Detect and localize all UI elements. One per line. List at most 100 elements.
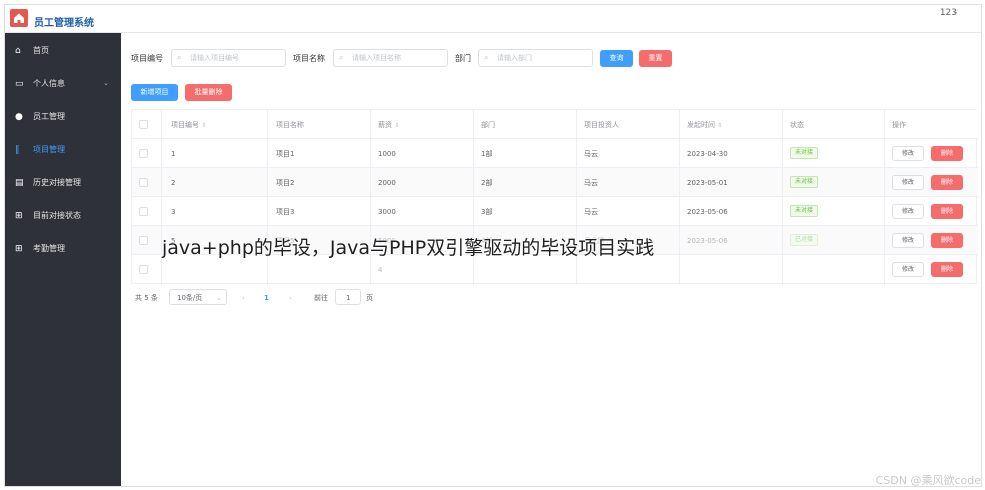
cell-date: 2023-05-01 <box>687 179 728 187</box>
sidebar-item-label: 项目管理 <box>33 145 65 154</box>
row-checkbox[interactable] <box>139 207 148 216</box>
column-divider <box>884 110 885 285</box>
department-field[interactable]: ⌕ <box>478 49 593 67</box>
sidebar-item-label: 员工管理 <box>33 112 65 121</box>
page-size-select[interactable]: 10条/页 ⌄ <box>169 289 227 305</box>
reset-button[interactable]: 重置 <box>639 50 672 67</box>
current-page[interactable]: 1 <box>264 293 269 303</box>
project-no-field[interactable]: ⌕ <box>171 49 286 67</box>
dashboard-icon: ⌂ <box>15 46 21 56</box>
sidebar-item-personal-info[interactable]: ▭ 个人信息 ⌄ <box>5 68 121 100</box>
caption-overlay: java+php的毕设，Java与PHP双引擎驱动的毕设项目实践 <box>162 237 655 259</box>
delete-button[interactable]: 删除 <box>931 204 963 219</box>
cell-investor: 马云 <box>584 150 598 158</box>
chevron-down-icon: ⌄ <box>103 79 109 87</box>
row-checkbox[interactable] <box>139 265 148 274</box>
row-checkbox[interactable] <box>139 178 148 187</box>
delete-button[interactable]: 删除 <box>931 262 963 277</box>
add-project-button[interactable]: 新增项目 <box>131 84 178 101</box>
department-label: 部门 <box>455 54 471 63</box>
chevron-down-icon: ⌄ <box>216 294 222 302</box>
user-icon: ● <box>15 112 23 122</box>
sidebar-item-current-status[interactable]: ⊞ 目前对接状态 <box>5 200 121 232</box>
sidebar-item-label: 考勤管理 <box>33 244 65 253</box>
cell-salary: 1000 <box>378 150 396 158</box>
goto-label: 前往 <box>314 294 328 302</box>
project-no-label: 项目编号 <box>131 54 163 63</box>
goto-page-value: 1 <box>346 294 351 302</box>
sidebar-item-home[interactable]: ⌂ 首页 <box>5 35 121 67</box>
column-header: 操作 <box>892 121 906 129</box>
table-row[interactable]: 1 项目1 1000 1部 马云 2023-04-30 未对接 修改 删除 <box>132 139 978 168</box>
column-header: 项目名称 <box>276 121 304 129</box>
project-name-input[interactable] <box>352 52 437 64</box>
edit-button[interactable]: 修改 <box>892 204 924 219</box>
cell-salary: 4 <box>378 266 383 274</box>
batch-delete-button[interactable]: 批量删除 <box>185 84 232 101</box>
cell-date: 2023-04-30 <box>687 150 728 158</box>
page-size-value: 10条/页 <box>177 294 203 302</box>
sort-icon: ⇕ <box>717 122 723 129</box>
row-checkbox[interactable] <box>139 236 148 245</box>
cell-dept: 2部 <box>481 179 493 187</box>
project-no-input[interactable] <box>190 52 275 64</box>
table-row[interactable]: 2 项目2 2000 2部 马云 2023-05-01 未对接 修改 删除 <box>132 168 978 197</box>
edit-button[interactable]: 修改 <box>892 233 924 248</box>
cell-id: 1 <box>171 150 176 158</box>
query-button[interactable]: 查询 <box>600 50 633 67</box>
column-header: 状态 <box>790 121 804 129</box>
cell-name: 项目1 <box>276 150 295 158</box>
sort-icon: ⇕ <box>394 122 400 129</box>
cell-investor: 马云 <box>584 179 598 187</box>
project-name-field[interactable]: ⌕ <box>333 49 448 67</box>
edit-button[interactable]: 修改 <box>892 262 924 277</box>
project-icon: ‖ <box>15 145 20 155</box>
history-icon: ▤ <box>15 178 24 188</box>
sidebar-item-label: 个人信息 <box>33 79 65 88</box>
table-row[interactable]: 3 项目3 3000 3部 马云 2023-05-06 未对接 修改 删除 <box>132 197 978 226</box>
status-badge: 未对接 <box>790 205 819 217</box>
app-title: 员工管理系统 <box>34 18 94 29</box>
column-divider <box>782 110 783 285</box>
cell-name: 项目2 <box>276 179 295 187</box>
csdn-watermark: CSDN @乘风欲code <box>875 474 981 487</box>
status-badge: 已对接 <box>790 234 819 246</box>
edit-button[interactable]: 修改 <box>892 146 924 161</box>
column-header: 发起时间 ⇕ <box>687 121 723 129</box>
edit-button[interactable]: 修改 <box>892 175 924 190</box>
cell-dept: 1部 <box>481 150 493 158</box>
sidebar-item-label: 历史对接管理 <box>33 178 81 187</box>
sidebar-item-label: 首页 <box>33 46 49 55</box>
delete-button[interactable]: 删除 <box>931 146 963 161</box>
sidebar-item-attendance[interactable]: ⊞ 考勤管理 <box>5 233 121 265</box>
delete-button[interactable]: 删除 <box>931 233 963 248</box>
chevron-down-icon[interactable]: ⌄ <box>952 7 959 16</box>
sidebar-item-history[interactable]: ▤ 历史对接管理 <box>5 167 121 199</box>
table-header: 项目编号 ⇕ 项目名称 薪资 ⇕ 部门 项目投资人 发起时间 ⇕ 状态 操作 <box>132 110 978 139</box>
cell-salary: 2000 <box>378 179 396 187</box>
delete-button[interactable]: 删除 <box>931 175 963 190</box>
main-content: 项目编号 ⌕ 项目名称 ⌕ 部门 ⌕ 查询 重置 新增项目 批量删除 项目编号 … <box>121 33 981 486</box>
select-all-checkbox[interactable] <box>139 120 148 129</box>
sidebar-item-employees[interactable]: ● 员工管理 <box>5 101 121 133</box>
id-card-icon: ▭ <box>15 79 24 89</box>
goto-page-input[interactable]: 1 <box>335 289 361 305</box>
prev-page-icon[interactable]: ‹ <box>242 293 245 303</box>
search-icon: ⌕ <box>484 53 489 62</box>
grid-icon: ⊞ <box>15 244 23 254</box>
department-input[interactable] <box>497 52 582 64</box>
page-suffix: 页 <box>366 294 373 302</box>
cell-date: 2023-05-06 <box>687 208 728 216</box>
sidebar-item-projects[interactable]: ‖ 项目管理 <box>5 134 121 166</box>
search-icon: ⌕ <box>177 53 182 62</box>
row-checkbox[interactable] <box>139 149 148 158</box>
cell-salary: 3000 <box>378 208 396 216</box>
column-header: 部门 <box>481 121 495 129</box>
status-badge: 未对接 <box>790 176 819 188</box>
cell-dept: 3部 <box>481 208 493 216</box>
sidebar-item-label: 目前对接状态 <box>33 211 81 220</box>
next-page-icon[interactable]: › <box>289 293 292 303</box>
cell-date: 2023-05-06 <box>687 237 728 245</box>
total-count: 共 5 条 <box>135 294 158 302</box>
home-logo-icon <box>10 9 28 27</box>
